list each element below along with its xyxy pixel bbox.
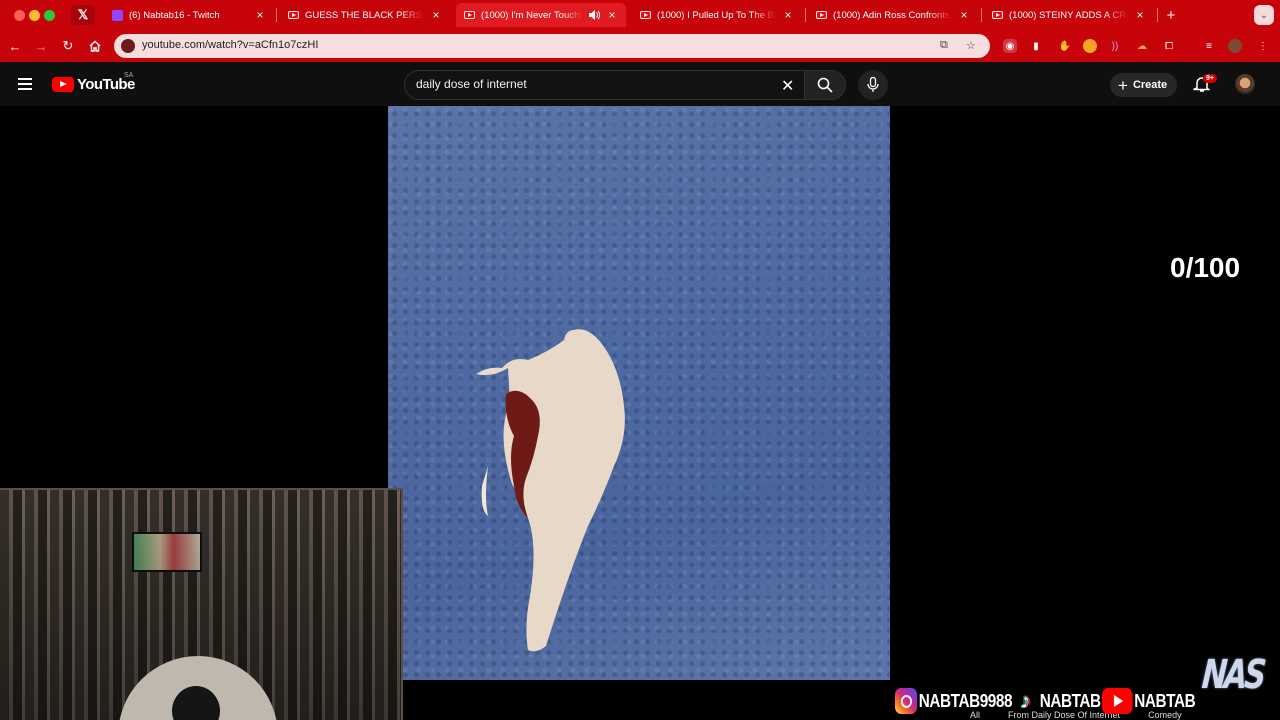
- tiktok-icon: ♪: [1020, 688, 1030, 713]
- close-icon[interactable]: ×: [254, 9, 266, 21]
- arrow-right-icon: →: [34, 38, 48, 54]
- more-vertical-icon[interactable]: ⋮: [1256, 39, 1270, 53]
- social-instagram: NABTAB9988: [895, 688, 1012, 714]
- close-icon[interactable]: ×: [782, 9, 794, 21]
- youtube-handle: NABTAB: [1134, 690, 1196, 711]
- instagram-icon: [895, 688, 918, 714]
- youtube-icon: [464, 11, 475, 19]
- nas-logo: NAS: [1200, 652, 1265, 698]
- tab-guess[interactable]: GUESS THE BLACK PERSON ×: [280, 3, 450, 27]
- tab-divider: [276, 8, 277, 22]
- reload-button[interactable]: ↻: [60, 38, 76, 54]
- close-window-button[interactable]: [14, 10, 25, 21]
- tab-active-video[interactable]: (1000) I'm Never Touching ×: [456, 3, 626, 27]
- youtube-icon: [1102, 688, 1133, 714]
- plus-icon: +: [1118, 75, 1128, 95]
- search-button[interactable]: [804, 70, 846, 100]
- search-box[interactable]: ✕: [404, 70, 806, 100]
- youtube-icon: [816, 11, 827, 19]
- search-icon: [817, 77, 833, 93]
- tab-search-button[interactable]: ⌄: [1254, 5, 1274, 25]
- minimize-window-button[interactable]: [29, 10, 40, 21]
- menu-icon[interactable]: [18, 78, 32, 90]
- close-icon[interactable]: ×: [606, 9, 618, 21]
- arrow-left-icon: ←: [8, 38, 22, 54]
- reading-list-icon[interactable]: ≡: [1202, 39, 1216, 53]
- social-tiktok: ♪ NABTAB: [1021, 688, 1101, 714]
- browser-toolbar: ← → ↻ youtube.com/watch?v=aCfn1o7czHI ⧉ …: [0, 30, 1280, 62]
- video-frame-cat: [476, 329, 625, 652]
- fullscreen-window-button[interactable]: [44, 10, 55, 21]
- tab-title: (1000) I Pulled Up To The BE: [657, 9, 776, 21]
- account-avatar[interactable]: [1235, 74, 1255, 94]
- bookmark-star-icon[interactable]: ☆: [966, 39, 976, 52]
- youtube-play-icon: [52, 77, 74, 92]
- social-youtube: NABTAB: [1102, 688, 1196, 714]
- speaker-icon[interactable]: [589, 10, 600, 20]
- tab-twitch[interactable]: (6) Nabtab16 - Twitch ×: [104, 3, 274, 27]
- tab-strip: 𝕏 (6) Nabtab16 - Twitch × GUESS THE BLAC…: [0, 0, 1280, 30]
- reload-icon: ↻: [62, 38, 74, 53]
- webcam-overlay: [0, 488, 403, 720]
- tiktok-handle: NABTAB: [1039, 690, 1101, 711]
- tab-pulled-up[interactable]: (1000) I Pulled Up To The BE ×: [632, 3, 802, 27]
- tab-title: (6) Nabtab16 - Twitch: [129, 9, 220, 21]
- tab-x[interactable]: 𝕏: [71, 5, 95, 25]
- microphone-icon: [867, 77, 879, 92]
- extension-cloud-icon[interactable]: ☁: [1135, 39, 1149, 53]
- extension-waves-icon[interactable]: )): [1108, 39, 1122, 53]
- new-tab-button[interactable]: +: [1162, 6, 1180, 24]
- tab-divider: [981, 8, 982, 22]
- x-logo-icon: 𝕏: [77, 7, 89, 22]
- close-icon[interactable]: ×: [958, 9, 970, 21]
- close-icon[interactable]: ×: [430, 9, 442, 21]
- voice-search-button[interactable]: [858, 70, 888, 100]
- youtube-logo[interactable]: YouTube SA: [52, 72, 135, 93]
- tab-title: (1000) I'm Never Touching: [481, 9, 583, 21]
- social-handles: NABTAB9988 ♪ NABTAB NABTAB: [895, 688, 1198, 714]
- tab-adin-ross[interactable]: (1000) Adin Ross Confronts ×: [808, 3, 978, 27]
- create-button[interactable]: + Create: [1110, 73, 1178, 97]
- tab-divider: [1157, 8, 1158, 22]
- create-label: Create: [1132, 79, 1168, 91]
- url-text[interactable]: youtube.com/watch?v=aCfn1o7czHI: [142, 39, 318, 51]
- tab-steiny[interactable]: (1000) STEINY ADDS A CRAZ ×: [984, 3, 1154, 27]
- instagram-handle: NABTAB9988: [918, 690, 1013, 711]
- youtube-masthead: YouTube SA ✕ + Create 9+: [0, 62, 1280, 106]
- region-code: SA: [124, 72, 134, 79]
- tab-title: GUESS THE BLACK PERSON: [305, 9, 424, 21]
- profile-avatar-icon[interactable]: [1228, 39, 1242, 53]
- youtube-icon: [640, 11, 651, 19]
- extension-badge-icon[interactable]: ✋: [1058, 39, 1072, 53]
- youtube-icon: [288, 11, 299, 19]
- install-app-icon[interactable]: ⧉: [940, 39, 948, 52]
- forward-button[interactable]: →: [33, 38, 49, 54]
- tab-title: (1000) Adin Ross Confronts: [833, 9, 950, 21]
- address-bar[interactable]: youtube.com/watch?v=aCfn1o7czHI ⧉ ☆: [114, 34, 990, 58]
- extensions-puzzle-icon[interactable]: ⧠: [1162, 39, 1176, 53]
- home-button[interactable]: [87, 38, 103, 54]
- clear-search-icon[interactable]: ✕: [781, 76, 794, 96]
- extension-bottle-icon[interactable]: ▮: [1029, 39, 1043, 53]
- chevron-down-icon: ⌄: [1259, 9, 1269, 21]
- progress-counter: 0/100: [1170, 252, 1241, 283]
- home-icon: [89, 40, 101, 52]
- twitch-icon: [112, 9, 123, 21]
- notification-count-badge: 9+: [1203, 74, 1217, 83]
- search-input[interactable]: [416, 77, 756, 91]
- extension-honey-icon[interactable]: [1083, 39, 1097, 53]
- extension-lightbulb-icon[interactable]: ◉: [1003, 39, 1017, 53]
- plus-icon: +: [1166, 6, 1176, 24]
- site-info-icon[interactable]: [121, 39, 135, 53]
- close-icon[interactable]: ×: [1134, 9, 1146, 21]
- tab-title: (1000) STEINY ADDS A CRAZ: [1009, 9, 1128, 21]
- video-player[interactable]: [388, 106, 890, 680]
- back-button[interactable]: ←: [7, 38, 23, 54]
- tab-divider: [805, 8, 806, 22]
- youtube-icon: [992, 11, 1003, 19]
